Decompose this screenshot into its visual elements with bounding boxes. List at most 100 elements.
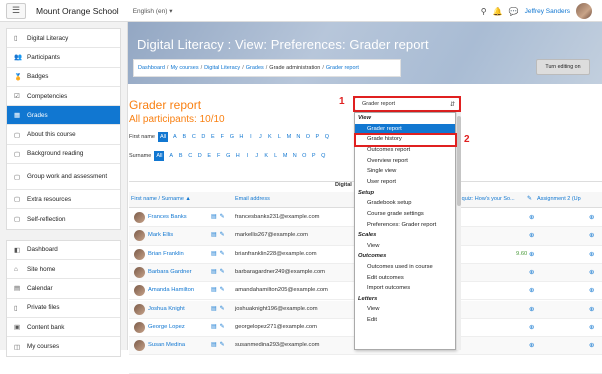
row-action-icons[interactable]: ▤✎ bbox=[211, 286, 228, 293]
student-name-link[interactable]: George Lopez bbox=[148, 324, 185, 330]
letter-filter-l[interactable]: L bbox=[271, 153, 281, 159]
zoom-icon[interactable]: ⊕ bbox=[529, 323, 534, 331]
breadcrumb-item[interactable]: Digital Literacy bbox=[204, 65, 240, 71]
letter-filter-c[interactable]: C bbox=[189, 134, 199, 140]
letter-filter-a[interactable]: A bbox=[170, 134, 180, 140]
dropdown-option-overview-report[interactable]: Overview report bbox=[355, 156, 455, 167]
letter-filter-m[interactable]: M bbox=[284, 134, 294, 140]
student-avatar[interactable] bbox=[134, 340, 145, 352]
dropdown-option-view[interactable]: View bbox=[355, 304, 455, 315]
user-name[interactable]: Jeffrey Sanders bbox=[525, 8, 570, 15]
zoom-icon[interactable]: ⊕ bbox=[589, 268, 594, 276]
letter-filter-g[interactable]: G bbox=[227, 134, 237, 140]
letter-filter-d[interactable]: D bbox=[199, 134, 209, 140]
language-selector[interactable]: English (en) ▾ bbox=[133, 7, 173, 15]
sidebar-item-dashboard[interactable]: ◧ Dashboard bbox=[7, 241, 120, 260]
letter-filter-i[interactable]: I bbox=[246, 134, 256, 140]
student-avatar[interactable] bbox=[134, 266, 145, 278]
letter-filter-i[interactable]: I bbox=[242, 153, 252, 159]
sidebar-item-group-work-and-assessment[interactable]: ▢ Group work and assessment bbox=[7, 164, 120, 191]
col-quiz-header[interactable]: en quiz: How's your So... bbox=[454, 196, 515, 202]
hamburger-menu-button[interactable]: ☰ bbox=[6, 2, 26, 19]
site-name-link[interactable]: Mount Orange School bbox=[36, 6, 119, 16]
letter-filter-o[interactable]: O bbox=[303, 134, 313, 140]
sidebar-item-participants[interactable]: 👥 Participants bbox=[7, 48, 120, 68]
zoom-icon[interactable]: ⊕ bbox=[589, 305, 594, 313]
letter-filter-a[interactable]: A bbox=[166, 153, 176, 159]
sidebar-item-extra-resources[interactable]: ▢ Extra resources bbox=[7, 190, 120, 210]
zoom-icon[interactable]: ⊕ bbox=[529, 268, 534, 276]
turn-editing-on-button[interactable]: Turn editing on bbox=[536, 59, 590, 75]
sidebar-item-calendar[interactable]: ▤ Calendar bbox=[7, 279, 120, 299]
breadcrumb-item[interactable]: Grades bbox=[246, 65, 264, 71]
zoom-icon[interactable]: ⊕ bbox=[589, 231, 594, 239]
sidebar-item-competencies[interactable]: ☑ Competencies bbox=[7, 87, 120, 107]
zoom-icon[interactable]: ⊕ bbox=[589, 341, 594, 349]
letter-filter-f[interactable]: F bbox=[218, 134, 228, 140]
letter-filter-h[interactable]: H bbox=[237, 134, 247, 140]
col-name-header[interactable]: First name / Surname ▲ bbox=[131, 196, 191, 202]
bell-icon[interactable]: 🔔 bbox=[493, 7, 503, 16]
dropdown-option-edit[interactable]: Edit bbox=[355, 315, 455, 326]
letter-filter-k[interactable]: K bbox=[265, 134, 275, 140]
letter-filter-b[interactable]: B bbox=[180, 134, 190, 140]
dropdown-scrollbar[interactable] bbox=[456, 112, 461, 350]
dropdown-option-preferences-grader-report[interactable]: Preferences: Grader report bbox=[355, 220, 455, 231]
breadcrumb-item[interactable]: Grader report bbox=[326, 65, 359, 71]
letter-filter-l[interactable]: L bbox=[275, 134, 285, 140]
dropdown-option-import-outcomes[interactable]: Import outcomes bbox=[355, 283, 455, 294]
student-name-link[interactable]: Joshua Knight bbox=[148, 306, 185, 312]
student-avatar[interactable] bbox=[134, 285, 145, 297]
letter-filter-n[interactable]: N bbox=[294, 134, 304, 140]
student-name-link[interactable]: Amanda Hamilton bbox=[148, 287, 194, 293]
letter-filter-k[interactable]: K bbox=[261, 153, 271, 159]
sidebar-item-digital-literacy[interactable]: ▯ Digital Literacy bbox=[7, 29, 120, 49]
zoom-icon[interactable]: ⊕ bbox=[589, 286, 594, 294]
student-name-link[interactable]: Brian Franklin bbox=[148, 251, 184, 257]
student-avatar[interactable] bbox=[134, 321, 145, 333]
dropdown-option-outcomes-used-in-course[interactable]: Outcomes used in course bbox=[355, 262, 455, 273]
letter-filter-e[interactable]: E bbox=[208, 134, 218, 140]
col-email-header[interactable]: Email address bbox=[235, 196, 270, 202]
letter-filter-b[interactable]: B bbox=[176, 153, 186, 159]
sidebar-item-private-files[interactable]: ▯ Private files bbox=[7, 299, 120, 318]
student-name-link[interactable]: Mark Ellis bbox=[148, 232, 173, 238]
zoom-icon[interactable]: ⊕ bbox=[529, 250, 534, 258]
sidebar-item-self-reflection[interactable]: ▢ Self-reflection bbox=[7, 209, 120, 228]
search-icon[interactable]: ⚲ bbox=[481, 7, 487, 16]
letter-filter-h[interactable]: H bbox=[233, 153, 243, 159]
sidebar-item-badges[interactable]: 🏅 Badges bbox=[7, 68, 120, 87]
chat-icon[interactable]: 💬 bbox=[509, 7, 519, 16]
edit-pencil-icon[interactable]: ✎ bbox=[527, 195, 532, 202]
sidebar-item-content-bank[interactable]: ▣ Content bank bbox=[7, 318, 120, 338]
breadcrumb-item[interactable]: Dashboard bbox=[138, 65, 165, 71]
row-action-icons[interactable]: ▤✎ bbox=[211, 250, 228, 257]
letter-filter-p[interactable]: P bbox=[313, 134, 323, 140]
dropdown-option-view[interactable]: View bbox=[355, 241, 455, 252]
breadcrumb-item[interactable]: My courses bbox=[170, 65, 198, 71]
sidebar-item-grades[interactable]: ▦ Grades bbox=[7, 106, 120, 126]
sidebar-item-about-this-course[interactable]: ▢ About this course bbox=[7, 125, 120, 145]
student-avatar[interactable] bbox=[134, 230, 145, 242]
sidebar-item-my-courses[interactable]: ◫ My courses bbox=[7, 337, 120, 356]
dropdown-option-gradebook-setup[interactable]: Gradebook setup bbox=[355, 198, 455, 209]
row-action-icons[interactable]: ▤✎ bbox=[211, 268, 228, 275]
letter-filter-f[interactable]: F bbox=[214, 153, 224, 159]
letter-filter-j[interactable]: J bbox=[252, 153, 262, 159]
student-avatar[interactable] bbox=[134, 303, 145, 315]
student-name-link[interactable]: Susan Medina bbox=[148, 342, 185, 348]
student-name-link[interactable]: Barbara Gardner bbox=[148, 269, 192, 275]
zoom-icon[interactable]: ⊕ bbox=[529, 213, 534, 221]
zoom-icon[interactable]: ⊕ bbox=[589, 213, 594, 221]
col-assignment-header[interactable]: Assignment 2 (Up bbox=[537, 196, 581, 202]
row-action-icons[interactable]: ▤✎ bbox=[211, 231, 228, 238]
student-avatar[interactable] bbox=[134, 248, 145, 260]
student-avatar[interactable] bbox=[134, 212, 145, 223]
letter-filter-g[interactable]: G bbox=[223, 153, 233, 159]
row-action-icons[interactable]: ▤✎ bbox=[211, 305, 228, 312]
row-action-icons[interactable]: ▤✎ bbox=[211, 341, 228, 348]
zoom-icon[interactable]: ⊕ bbox=[529, 231, 534, 239]
zoom-icon[interactable]: ⊕ bbox=[529, 305, 534, 313]
sidebar-item-background-reading[interactable]: ▢ Background reading bbox=[7, 145, 120, 165]
letter-filter-c[interactable]: C bbox=[185, 153, 195, 159]
